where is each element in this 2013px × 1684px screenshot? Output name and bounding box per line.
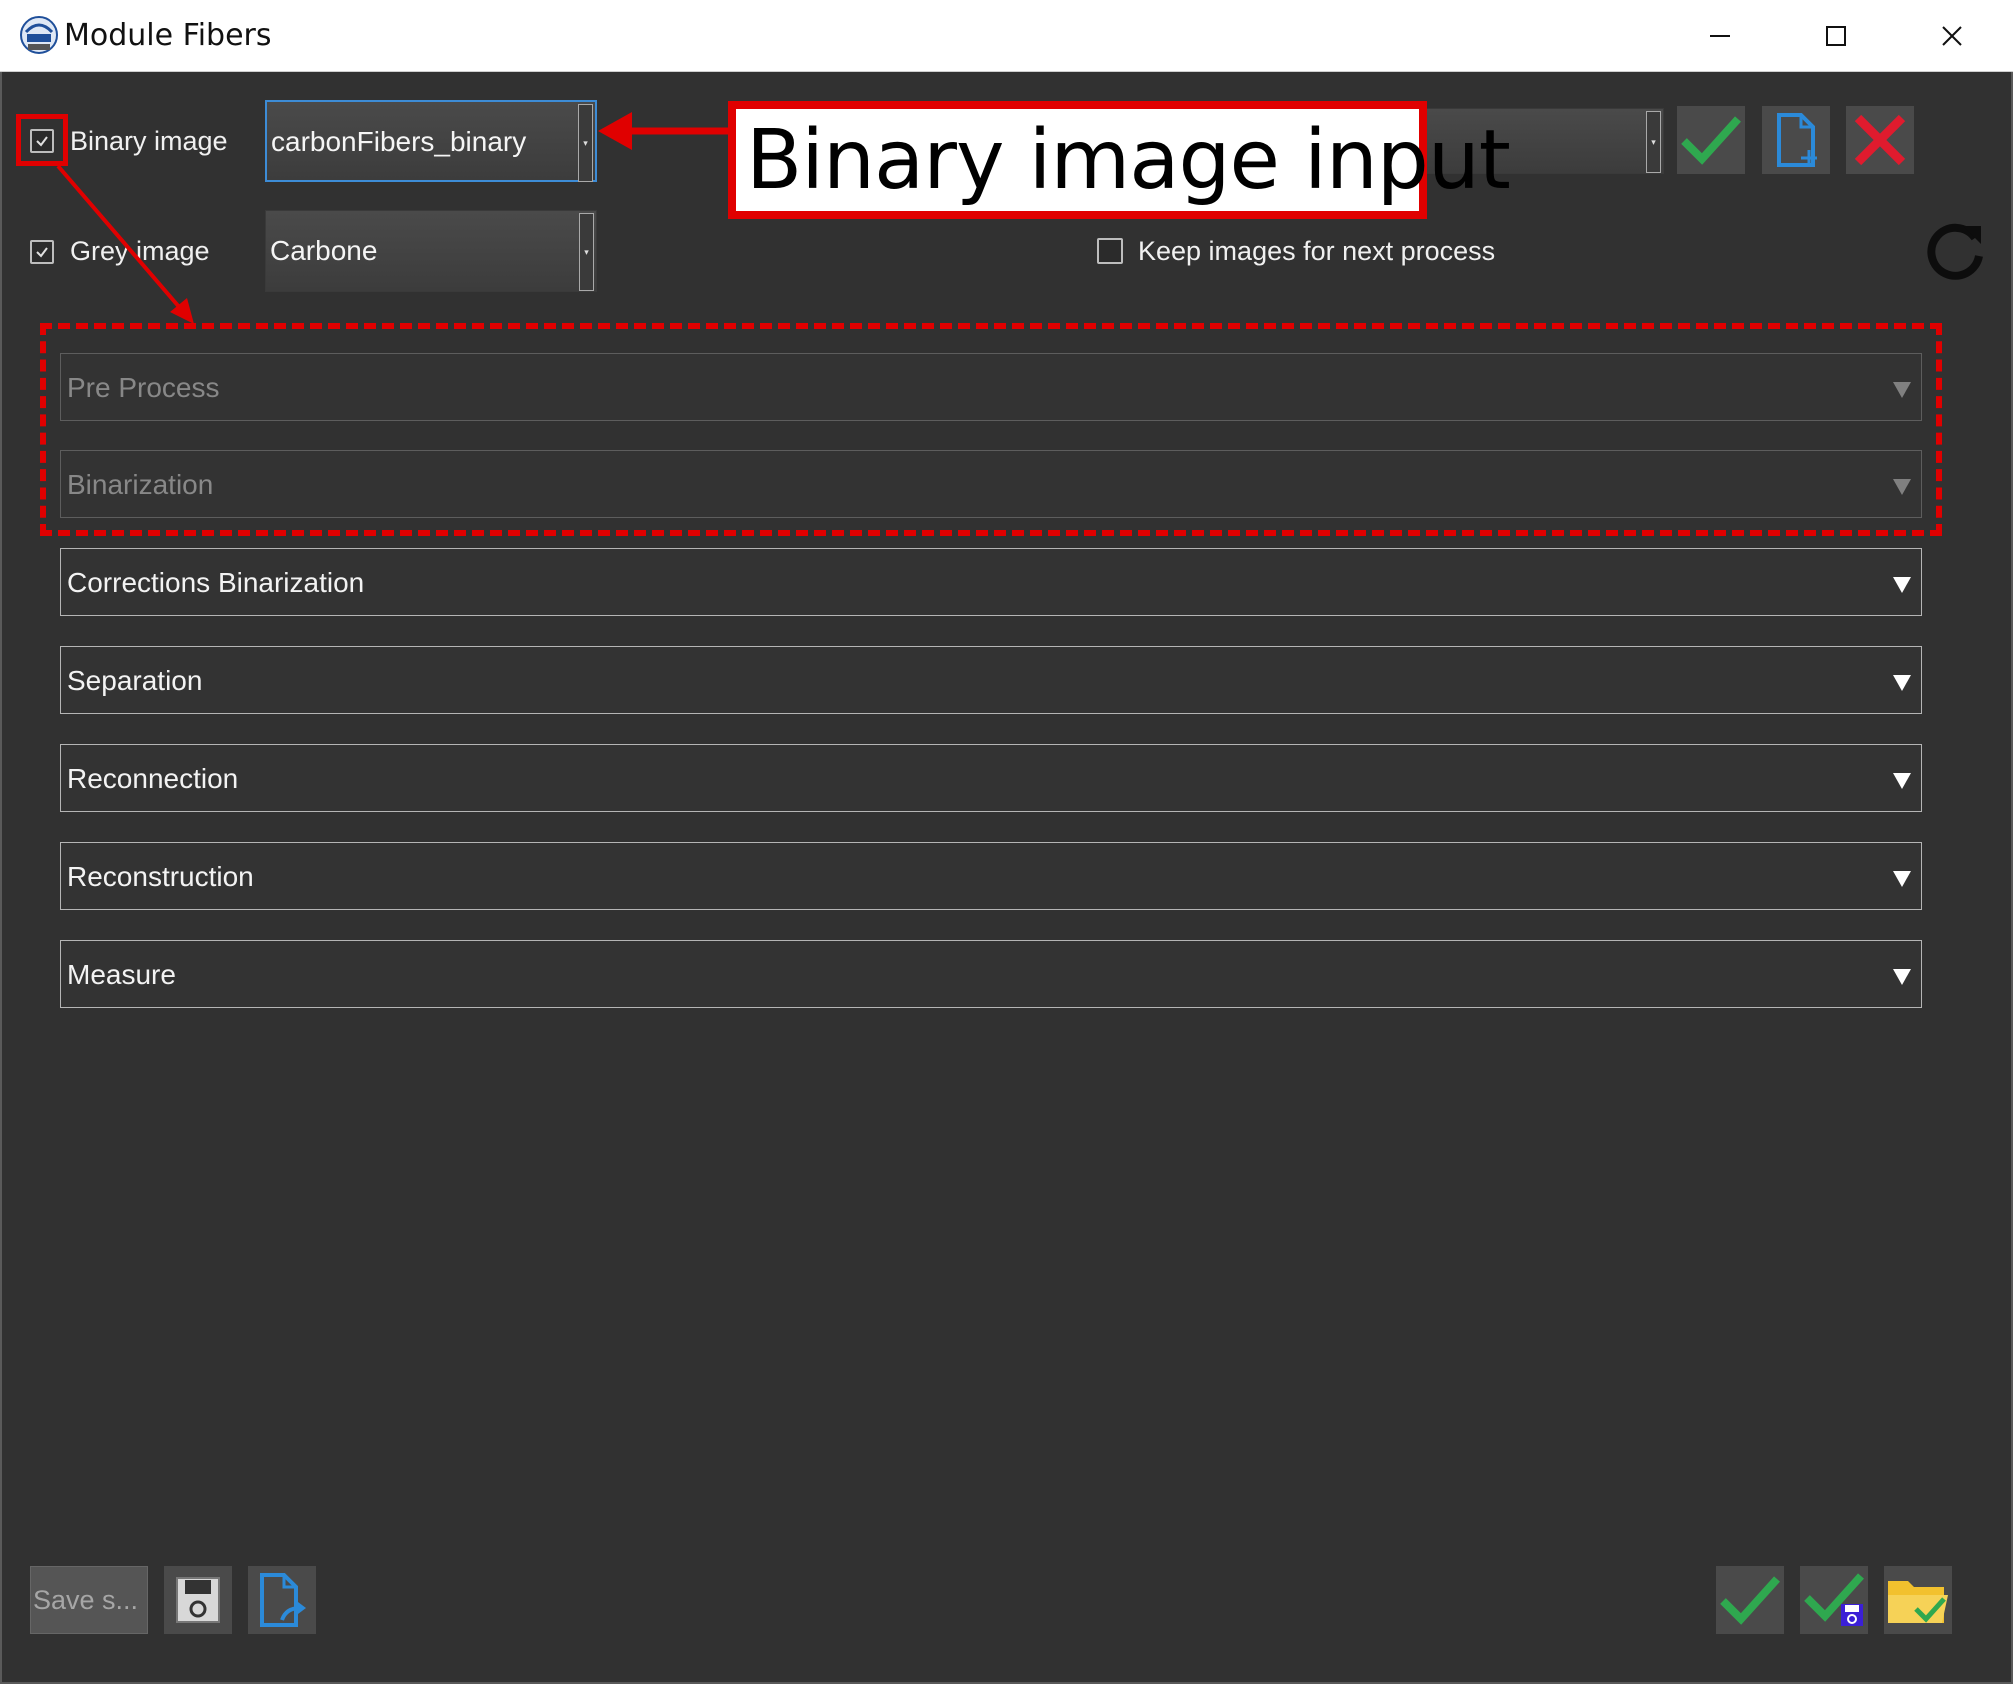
export-file-icon bbox=[260, 1573, 306, 1627]
apply-icon bbox=[1720, 1576, 1780, 1625]
save-settings-label: Save s... bbox=[33, 1585, 139, 1615]
arrow-left-icon bbox=[598, 112, 632, 150]
save-settings-button[interactable] bbox=[164, 1566, 232, 1634]
save-disk-icon bbox=[176, 1577, 220, 1623]
open-folder-button[interactable] bbox=[1884, 1566, 1952, 1634]
annotation-arrows bbox=[56, 112, 728, 324]
apply-and-save-button[interactable] bbox=[1800, 1566, 1868, 1634]
open-folder-icon bbox=[1888, 1581, 1948, 1623]
apply-and-save-icon bbox=[1804, 1573, 1864, 1626]
annotation-label: Binary image input bbox=[746, 113, 1511, 208]
apply-button[interactable] bbox=[1716, 1566, 1784, 1634]
export-settings-button[interactable] bbox=[248, 1566, 316, 1634]
annotation-label-box: Binary image input bbox=[728, 101, 1511, 219]
save-settings-field[interactable]: Save s... bbox=[30, 1566, 148, 1634]
